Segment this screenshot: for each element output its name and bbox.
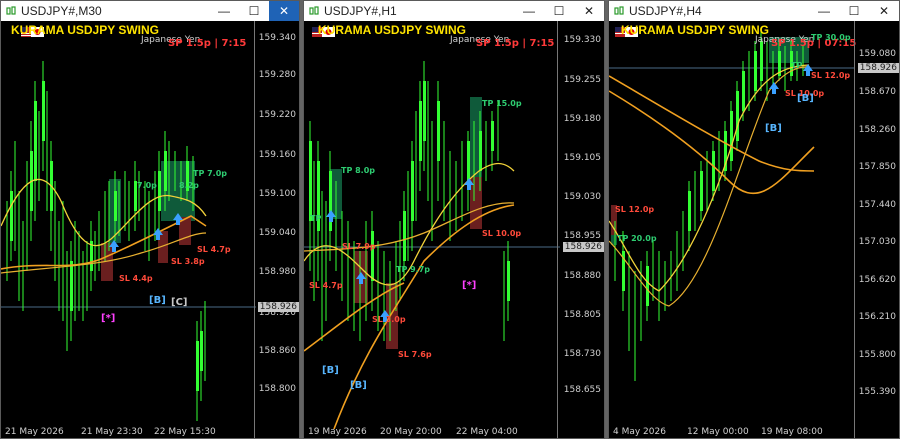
maximize-button[interactable]: ☐	[839, 1, 869, 21]
current-price-tag: 158.926	[562, 242, 604, 252]
current-price-tag: 158.926	[857, 63, 899, 73]
maximize-button[interactable]: ☐	[239, 1, 269, 21]
price-chart[interactable]	[1, 21, 256, 429]
sl-label: SL 10.0p	[482, 229, 522, 238]
price-axis[interactable]: 159.340 159.280 159.220 159.160 159.100 …	[254, 21, 299, 438]
bos-tag: [B]	[322, 365, 339, 376]
sl-label: SL 12.0p	[615, 205, 655, 214]
ma-line-fast	[609, 64, 810, 292]
tp-label: TP 8.0p	[341, 166, 376, 175]
indicator-brand: KURAMA USDJPY SWING	[318, 23, 467, 37]
bos-tag: [B]	[149, 295, 166, 306]
sl-label: SL 7.9p	[342, 242, 376, 251]
maximize-button[interactable]: ☐	[544, 1, 574, 21]
tp-label: TP 30.0p	[811, 33, 851, 42]
close-button[interactable]: ✕	[269, 1, 299, 21]
chart-window-h1[interactable]: USDJPY#,H1 — ☐ ✕ KURAMA USDJPY SWING Jap…	[303, 0, 605, 439]
ma-line-slow	[609, 75, 815, 172]
tp-label: TP 7.0p	[193, 169, 228, 178]
bos-tag: [B]	[350, 380, 367, 391]
signal-star-tag: [*]	[101, 313, 116, 324]
sl-label: SL 4.4p	[119, 274, 153, 283]
time-axis[interactable]: 19 May 2026 20 May 20:00 22 May 04:00	[304, 427, 560, 438]
tp-label: TP 15.0p	[482, 99, 522, 108]
tp-label: TP	[791, 61, 803, 70]
buy-arrow-icon	[769, 82, 779, 94]
indicator-brand: KURAMA USDJPY SWING	[11, 23, 160, 37]
window-title: USDJPY#,H4	[629, 4, 702, 18]
minimize-button[interactable]: —	[514, 1, 544, 21]
signal-star-tag: [*]	[462, 280, 477, 291]
time-axis[interactable]: 21 May 2026 21 May 23:30 22 May 15:30	[1, 427, 256, 438]
price-axis[interactable]: 159.080 158.670 158.260 157.850 157.440 …	[854, 21, 899, 438]
window-titlebar[interactable]: USDJPY#,H4 — ☐ ✕	[609, 1, 899, 21]
current-price-tag: 158.926	[257, 302, 299, 312]
chart-window-h4[interactable]: USDJPY#,H4 — ☐ ✕ KURAMA USDJPY SWING Jap…	[608, 0, 900, 439]
close-button[interactable]: ✕	[574, 1, 604, 21]
tp-label: 7.0p	[137, 181, 157, 190]
indicator-brand: KURAMA USDJPY SWING	[621, 23, 770, 37]
tp-label: TP 20.0p	[617, 234, 657, 243]
tp-label: TP 9.7p	[396, 265, 431, 274]
sl-label: SL 4.7p	[309, 281, 343, 290]
spread-timer: SP 1.5p | 7:15	[476, 38, 555, 49]
tp-label: TP	[310, 214, 322, 223]
bos-tag: [B]	[797, 93, 814, 104]
ma-line-slow	[333, 204, 515, 429]
minimize-button[interactable]: —	[209, 1, 239, 21]
price-axis[interactable]: 159.330 159.255 159.180 159.105 159.030 …	[557, 21, 604, 438]
close-button[interactable]: ✕	[869, 1, 899, 21]
choch-tag: [C]	[171, 297, 188, 308]
sl-label: SL 3.0p	[372, 315, 406, 324]
window-titlebar[interactable]: USDJPY#,H1 — ☐ ✕	[304, 1, 604, 21]
price-chart[interactable]	[304, 21, 560, 429]
minimize-button[interactable]: —	[809, 1, 839, 21]
window-titlebar[interactable]: USDJPY#,M30 — ☐ ✕	[1, 1, 299, 21]
chart-window-icon	[614, 6, 624, 15]
ma-line-mid	[609, 66, 810, 307]
sl-label: SL 7.6p	[398, 350, 432, 359]
time-axis[interactable]: 4 May 2026 12 May 00:00 19 May 08:00	[609, 427, 855, 438]
sl-label: SL 3.8p	[171, 257, 205, 266]
chart-window-m30[interactable]: USDJPY#,M30 — ☐ ✕ KURAMA USDJPY SWING Ja…	[0, 0, 300, 439]
spread-timer: SP 1.5p | 7:15	[168, 38, 247, 49]
sl-label: SL 12.0p	[811, 71, 851, 80]
window-title: USDJPY#,M30	[21, 4, 102, 18]
price-chart[interactable]	[609, 21, 855, 429]
ma-line-slow2	[609, 90, 815, 194]
sl-label: SL 4.7p	[197, 245, 231, 254]
chart-window-icon	[309, 6, 319, 15]
tp-label: 8.2p	[179, 181, 199, 190]
bos-tag: [B]	[765, 123, 782, 134]
chart-window-icon	[6, 6, 16, 15]
window-title: USDJPY#,H1	[324, 4, 397, 18]
